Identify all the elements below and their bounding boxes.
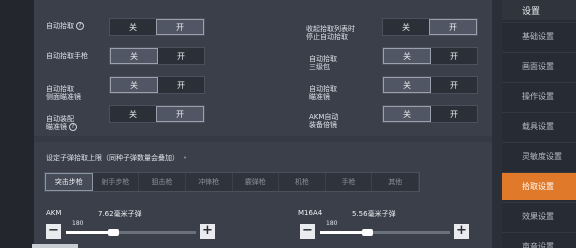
ammo-slider-akm[interactable]: − 180 + xyxy=(46,220,216,240)
plus-button[interactable]: + xyxy=(454,224,469,239)
toggle-off[interactable]: 关 xyxy=(110,19,156,35)
slider-fill xyxy=(320,231,367,234)
tab-machine-gun[interactable]: 机枪 xyxy=(279,173,326,191)
help-icon[interactable]: ? xyxy=(76,22,84,30)
toggle-off[interactable]: 关 xyxy=(110,48,158,64)
toggle-auto-equip-scope[interactable]: 关 开 xyxy=(109,105,205,123)
setting-label-stop-auto-pickup: 收起拾取列表时 停止自动拾取 xyxy=(306,24,355,42)
tab-other[interactable]: 其他 xyxy=(372,173,419,191)
toggle-on[interactable]: 开 xyxy=(431,48,477,64)
slider-handle[interactable] xyxy=(362,229,373,236)
sidebar-item-controls[interactable]: 操作设置 xyxy=(502,82,576,110)
ammo-type-m16a4: 5.56毫米子弹 xyxy=(352,210,396,218)
toggle-side-scope[interactable]: 关 开 xyxy=(109,76,205,94)
slider-fill xyxy=(66,231,113,234)
toggle-akm-scope[interactable]: 关 开 xyxy=(382,105,478,123)
ammo-slider-m16a4[interactable]: − 180 + xyxy=(300,220,470,240)
toggle-off[interactable]: 关 xyxy=(383,106,431,122)
toggle-off[interactable]: 关 xyxy=(110,106,156,122)
setting-label-auto-pickup: 自动拾取? xyxy=(46,22,84,31)
toggle-auto-pickup[interactable]: 关 开 xyxy=(109,18,205,36)
slider-value: 180 xyxy=(326,220,338,227)
toggle-stop-auto-pickup[interactable]: 关 开 xyxy=(382,18,478,36)
sidebar-title: 设置 xyxy=(502,0,576,20)
minus-button[interactable]: − xyxy=(300,224,315,239)
setting-label-side-scope: 自动拾取 侧面瞄准镜 xyxy=(46,84,81,102)
toggle-auto-pickup-pistol[interactable]: 关 开 xyxy=(109,47,205,65)
toggle-on[interactable]: 开 xyxy=(158,77,204,93)
sidebar-item-effects[interactable]: 效果设置 xyxy=(502,202,576,230)
toggle-on[interactable]: 开 xyxy=(156,19,204,35)
setting-label-auto-equip-scope: 自动装配 瞄准镜? xyxy=(46,106,77,132)
sidebar-item-basic[interactable]: 基础设置 xyxy=(502,22,576,50)
toggle-on[interactable]: 开 xyxy=(158,48,204,64)
sidebar-item-vehicle[interactable]: 载具设置 xyxy=(502,112,576,140)
ammo-limit-title: 设定子弹拾取上限（同种子弹数量会叠加） • xyxy=(46,154,188,162)
tab-sniper[interactable]: 狙击枪 xyxy=(139,173,186,191)
ammo-type-akm: 7.62毫米子弹 xyxy=(98,210,142,218)
gun-name-m16a4: M16A4 xyxy=(298,209,323,217)
slider-handle[interactable] xyxy=(108,229,119,236)
toggle-on[interactable]: 开 xyxy=(431,106,477,122)
minus-button[interactable]: − xyxy=(46,224,61,239)
setting-label-level3-backpack: 自动拾取 三级包 xyxy=(309,54,337,72)
gun-name-akm: AKM xyxy=(46,209,62,217)
toggle-on[interactable]: 开 xyxy=(156,106,204,122)
tab-pistol[interactable]: 手枪 xyxy=(326,173,373,191)
toggle-on[interactable]: 开 xyxy=(431,77,477,93)
left-edge xyxy=(0,0,34,248)
setting-label-akm-scope: AKM自动 装备倍镜 xyxy=(309,112,339,130)
sidebar-item-graphics[interactable]: 画面设置 xyxy=(502,52,576,80)
tab-marksman-rifle[interactable]: 射手步枪 xyxy=(93,173,140,191)
toggle-auto-pickup-scope[interactable]: 关 开 xyxy=(382,76,478,94)
slider-value: 180 xyxy=(72,220,84,227)
plus-button[interactable]: + xyxy=(200,224,215,239)
help-icon[interactable]: ? xyxy=(69,123,77,131)
toggle-level3-backpack[interactable]: 关 开 xyxy=(382,47,478,65)
sidebar-item-sound[interactable]: 声音设置 xyxy=(502,232,576,248)
toggle-off[interactable]: 关 xyxy=(383,48,431,64)
setting-label-auto-pickup-pistol: 自动拾取手枪 xyxy=(46,52,88,60)
tab-smg[interactable]: 冲锋枪 xyxy=(186,173,233,191)
bottom-handle xyxy=(32,244,78,248)
tab-assault-rifle[interactable]: 突击步枪 xyxy=(45,173,93,191)
weapon-category-tabs: 突击步枪 射手步枪 狙击枪 冲锋枪 霰弹枪 机枪 手枪 其他 xyxy=(44,172,420,192)
toggle-off[interactable]: 关 xyxy=(383,77,431,93)
toggle-on[interactable]: 开 xyxy=(429,19,477,35)
toggle-off[interactable]: 关 xyxy=(110,77,158,93)
tab-shotgun[interactable]: 霰弹枪 xyxy=(233,173,280,191)
toggle-off[interactable]: 关 xyxy=(383,19,429,35)
sidebar-item-sensitivity[interactable]: 灵敏度设置 xyxy=(502,142,576,170)
setting-label-auto-pickup-scope: 自动拾取 瞄准镜 xyxy=(309,84,337,102)
sidebar-item-pickup[interactable]: 拾取设置 xyxy=(502,172,576,200)
